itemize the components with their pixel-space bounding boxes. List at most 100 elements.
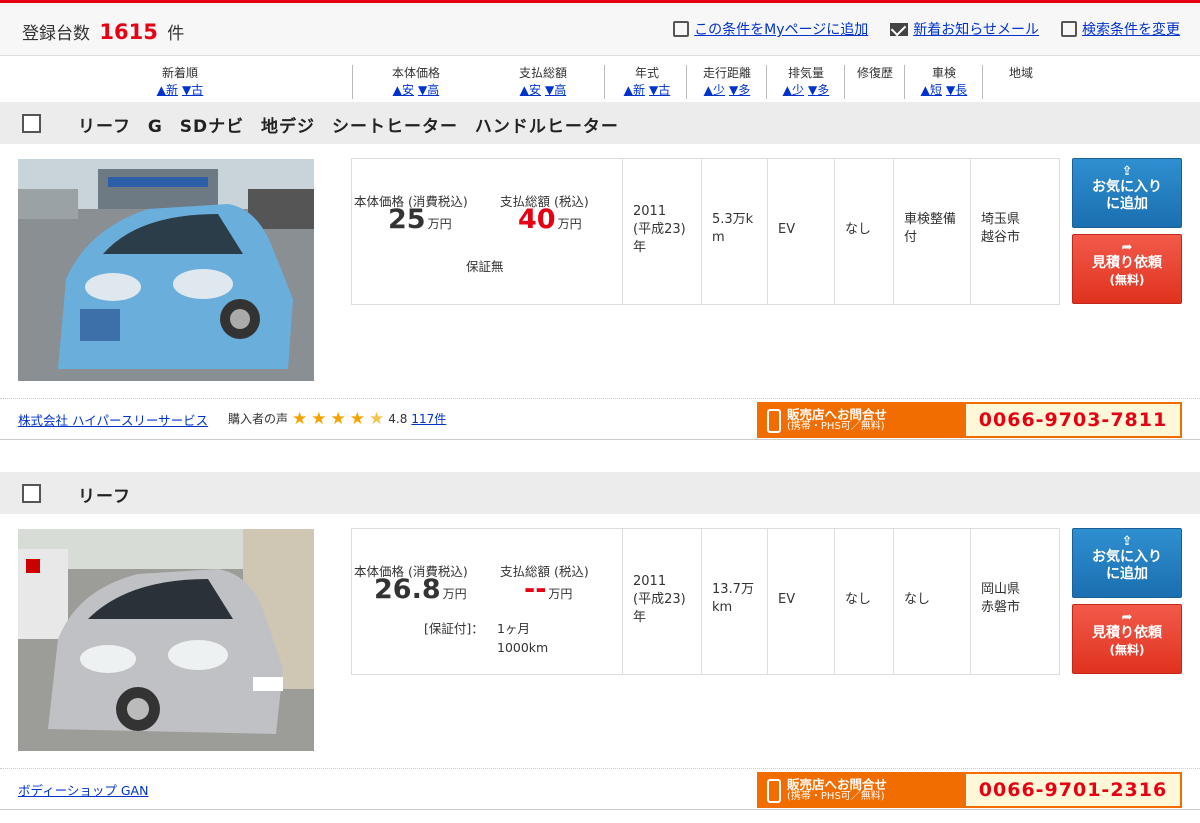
warranty-text: [保証付]： — [424, 621, 484, 636]
sort-year-asc[interactable]: ▲新 — [624, 83, 645, 97]
sort-region-label: 地域 — [1008, 66, 1033, 80]
star-icon: ★ — [311, 408, 327, 429]
repair-cell: なし — [834, 529, 893, 674]
sort-inspection-asc[interactable]: ▲短 — [921, 83, 942, 97]
sort-newest-asc[interactable]: ▲新 — [157, 83, 178, 97]
star-icon: ★ — [292, 408, 308, 429]
sort-bar: 新着順 ▲新 ▼古 本体価格 ▲安 ▼高 支払総額 ▲安 ▼高 年式 ▲新 ▼古 走行距… — [0, 57, 1200, 105]
sort-divider — [352, 65, 353, 99]
contact-sub: (携帯・PHS可／無料) — [787, 421, 885, 432]
mileage-cell: 13.7万 km — [701, 529, 767, 674]
add-to-mypage-text[interactable]: この条件をMyページに追加 — [694, 19, 868, 39]
arrow-icon: ➦ — [1121, 610, 1133, 625]
warranty-text: 保証無 — [466, 259, 504, 274]
sort-mileage-asc[interactable]: ▲少 — [704, 83, 725, 97]
sort-inspection-desc[interactable]: ▼長 — [946, 83, 967, 97]
displacement-cell: EV — [767, 159, 834, 304]
sort-price-asc[interactable]: ▲安 — [393, 83, 414, 97]
add-page-icon — [673, 21, 690, 37]
sort-repair-label: 修復歴 — [856, 66, 893, 80]
count-value: 1615 — [99, 20, 158, 44]
contact-label-box: 販売店へお問合せ (携帯・PHS可／無料) — [759, 774, 966, 806]
sort-divider — [766, 65, 767, 99]
add-to-mypage-link[interactable]: この条件をMyページに追加 — [673, 19, 868, 39]
contact-sub: (携帯・PHS可／無料) — [787, 791, 885, 802]
star-icon: ★ — [349, 408, 366, 429]
review-count-link[interactable]: 117件 — [411, 410, 446, 427]
sort-displacement-asc[interactable]: ▲少 — [783, 83, 804, 97]
car-photo[interactable] — [18, 529, 314, 751]
sort-total-desc[interactable]: ▼高 — [545, 83, 566, 97]
sort-price-desc[interactable]: ▼高 — [418, 83, 439, 97]
listing-checkbox[interactable] — [22, 114, 41, 133]
sort-mileage: 走行距離 ▲少 ▼多 — [696, 65, 758, 99]
listing-header: リーフ G SDナビ 地デジ シートヒーター ハンドルヒーター — [0, 102, 1200, 144]
new-arrival-mail-text[interactable]: 新着お知らせメール — [913, 19, 1039, 39]
sort-price: 本体価格 ▲安 ▼高 — [386, 65, 446, 99]
change-search-link[interactable]: 検索条件を変更 — [1061, 19, 1180, 39]
total-unit: 万円 — [548, 587, 573, 601]
sort-newest-desc[interactable]: ▼古 — [182, 83, 203, 97]
region-cell: 岡山県 赤磐市 — [970, 529, 1059, 674]
add-favorite-button[interactable]: ⇪ お気に入り に追加 — [1072, 158, 1182, 228]
new-arrival-mail-link[interactable]: 新着お知らせメール — [890, 19, 1039, 39]
contact-label: 販売店へお問合せ — [787, 777, 888, 792]
result-header: 登録台数 1615 件 この条件をMyページに追加 新着お知らせメール 検索条件… — [0, 0, 1200, 56]
phone-number[interactable]: 0066-9703-7811 — [966, 404, 1180, 436]
sort-total-label: 支払総額 — [518, 66, 567, 80]
dealer-contact[interactable]: 販売店へお問合せ (携帯・PHS可／無料) 0066-9703-7811 — [757, 402, 1182, 438]
request-estimate-button[interactable]: ➦ 見積り依頼 (無料) — [1072, 234, 1182, 304]
dealer-link[interactable]: 株式会社 ハイパースリーサービス — [18, 410, 208, 429]
listing-card: リーフ 本体価格 (消費税込) 26.8 万円 支払総額 (税込) -- 万円 [保… — [0, 472, 1200, 812]
price-cell: 本体価格 (消費税込) 25 万円 支払総額 (税込) 40 万円 保証無 — [352, 159, 622, 304]
listing-title[interactable]: リーフ G SDナビ 地デジ シートヒーター ハンドルヒーター — [78, 112, 619, 137]
spec-table: 本体価格 (消費税込) 25 万円 支払総額 (税込) 40 万円 保証無 2011… — [351, 158, 1060, 305]
change-search-text[interactable]: 検索条件を変更 — [1082, 19, 1180, 39]
add-favorite-label: お気に入り に追加 — [1092, 549, 1162, 582]
inspection-cell: 車検整備 付 — [893, 159, 970, 304]
header-links: この条件をMyページに追加 新着お知らせメール 検索条件を変更 — [673, 19, 1180, 39]
request-estimate-label: 見積り依頼 — [1092, 255, 1162, 271]
add-favorite-button[interactable]: ⇪ お気に入り に追加 — [1072, 528, 1182, 598]
listing-header: リーフ — [0, 472, 1200, 514]
car-photo-image — [18, 529, 314, 751]
sort-divider — [686, 65, 687, 99]
dealer-link[interactable]: ボディーショップ GAN — [18, 780, 148, 799]
sort-price-label: 本体価格 — [391, 66, 440, 80]
sort-year-desc[interactable]: ▼古 — [649, 83, 670, 97]
add-favorite-label: お気に入り に追加 — [1092, 179, 1162, 212]
request-estimate-button[interactable]: ➦ 見積り依頼 (無料) — [1072, 604, 1182, 674]
sort-inspection: 車検 ▲短 ▼長 — [912, 65, 976, 99]
sort-mileage-label: 走行距離 — [702, 66, 751, 80]
sort-inspection-label: 車検 — [931, 66, 956, 80]
price-cell: 本体価格 (消費税込) 26.8 万円 支払総額 (税込) -- 万円 [保証付]：… — [352, 529, 622, 674]
total-unit: 万円 — [557, 217, 582, 231]
phone-number[interactable]: 0066-9701-2316 — [966, 774, 1180, 806]
sort-year-label: 年式 — [634, 66, 659, 80]
contact-label: 販売店へお問合せ — [787, 407, 888, 422]
sort-newest-label: 新着順 — [161, 66, 198, 80]
displacement-cell: EV — [767, 529, 834, 674]
star-icon: ★ — [330, 408, 346, 429]
request-estimate-sub: (無料) — [1109, 273, 1145, 287]
warranty-detail: 1ヶ月 1000km — [497, 621, 549, 655]
price-unit: 万円 — [442, 587, 467, 601]
sort-total-asc[interactable]: ▲安 — [520, 83, 541, 97]
result-count: 登録台数 1615 件 — [22, 19, 184, 44]
repair-cell: なし — [834, 159, 893, 304]
sort-mileage-desc[interactable]: ▼多 — [729, 83, 750, 97]
price-value: 25 — [388, 204, 426, 235]
mileage-cell: 5.3万k m — [701, 159, 767, 304]
listing-checkbox[interactable] — [22, 484, 41, 503]
sort-displacement-desc[interactable]: ▼多 — [808, 83, 829, 97]
review-summary: 購入者の声 ★ ★ ★ ★ ★ 4.8 117件 — [228, 410, 446, 427]
sort-repair: 修復歴 — [852, 65, 898, 82]
arrow-icon: ➦ — [1121, 240, 1133, 255]
dealer-contact[interactable]: 販売店へお問合せ (携帯・PHS可／無料) 0066-9701-2316 — [757, 772, 1182, 808]
count-label: 登録台数 — [22, 24, 90, 44]
car-photo[interactable] — [18, 159, 314, 381]
total-value: -- — [524, 574, 547, 605]
sort-divider — [604, 65, 605, 99]
request-estimate-sub: (無料) — [1109, 643, 1145, 657]
listing-title[interactable]: リーフ — [78, 482, 131, 507]
